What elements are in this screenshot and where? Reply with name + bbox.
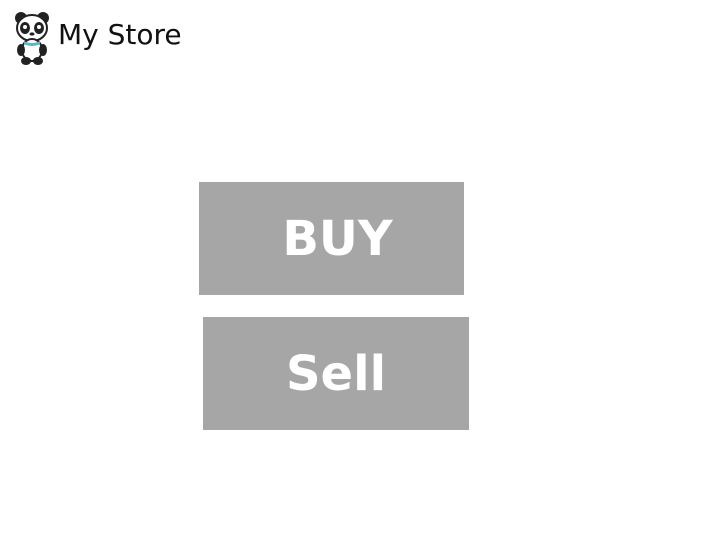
buy-button-label: BUY bbox=[282, 210, 393, 267]
buy-button[interactable]: BUY bbox=[199, 182, 464, 295]
store-title: My Store bbox=[58, 18, 182, 51]
panda-icon bbox=[15, 12, 49, 65]
store-header: My Store bbox=[12, 10, 182, 66]
sell-button-label: Sell bbox=[285, 345, 387, 402]
store-page: My Store BUY Sell bbox=[0, 0, 720, 540]
sell-button[interactable]: Sell bbox=[203, 317, 469, 430]
